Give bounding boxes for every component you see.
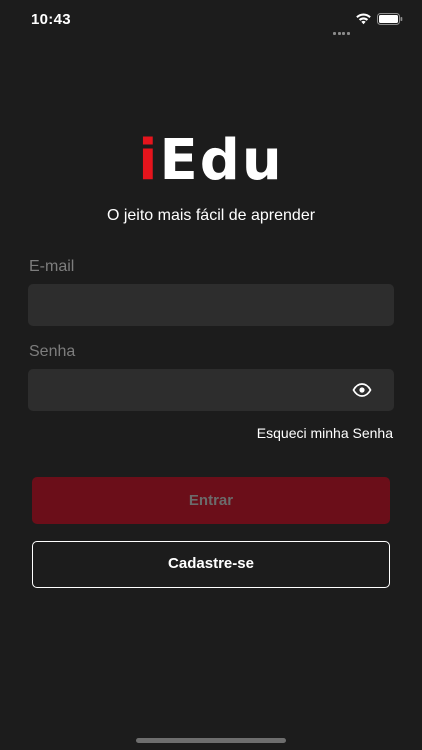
login-button[interactable]: Entrar	[32, 477, 390, 524]
password-label: Senha	[29, 343, 76, 360]
logo-text: Edu	[159, 128, 284, 193]
forgot-password-link[interactable]: Esqueci minha Senha	[257, 425, 393, 441]
app-logo: iEdu	[0, 133, 422, 189]
logo-letter-i: i	[138, 128, 160, 193]
tagline: O jeito mais fácil de aprender	[106, 207, 316, 224]
status-time: 10:43	[31, 11, 71, 28]
email-field[interactable]	[28, 284, 394, 326]
status-bar: 10:43	[0, 0, 422, 40]
email-label: E-mail	[29, 258, 75, 275]
signal-icon	[333, 17, 351, 35]
password-field-container	[28, 369, 394, 411]
eye-icon[interactable]	[352, 381, 372, 399]
battery-icon	[377, 13, 403, 25]
home-indicator[interactable]	[136, 738, 286, 743]
email-field-container	[28, 284, 394, 326]
password-field[interactable]	[28, 369, 394, 411]
wifi-icon	[356, 13, 371, 25]
signup-button[interactable]: Cadastre-se	[32, 541, 390, 588]
